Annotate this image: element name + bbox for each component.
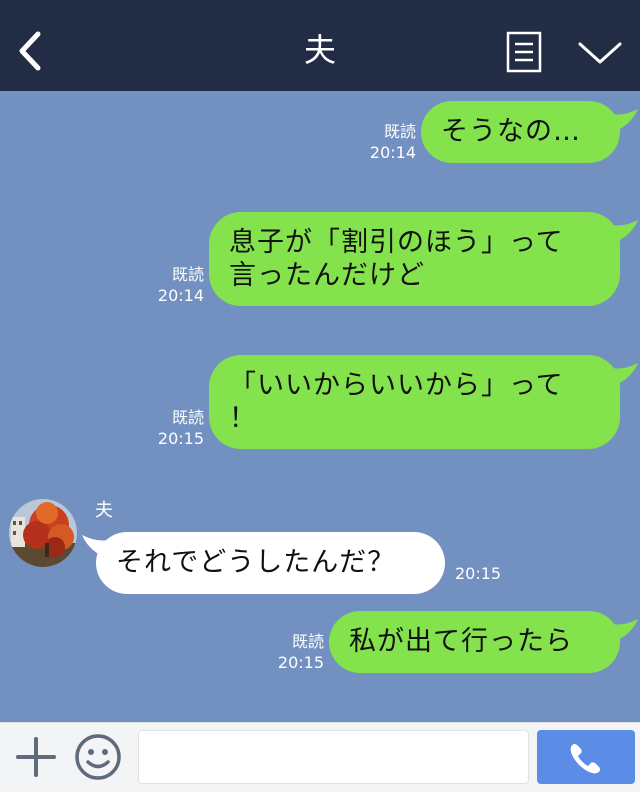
message-text: 「いいからいいから」って xyxy=(229,370,564,401)
message-text: そうなの… xyxy=(441,116,581,147)
message-bubble-outgoing[interactable]: 「いいからいいから」って ！ xyxy=(209,355,620,449)
message-input[interactable] xyxy=(138,730,529,784)
read-receipt: 既読 xyxy=(171,265,204,284)
autumn-tree-photo xyxy=(9,499,77,567)
message-meta: 既読 20:14 xyxy=(148,264,204,306)
bubble-tail xyxy=(604,109,638,133)
message-bubble-outgoing[interactable]: そうなの… xyxy=(421,101,620,163)
list-menu-icon xyxy=(506,31,542,73)
call-button[interactable] xyxy=(537,730,635,784)
message-time: 20:15 xyxy=(277,653,324,672)
chat-header: 夫 xyxy=(0,0,640,91)
message-bubble-incoming[interactable]: それでどうしたんだ？ xyxy=(96,532,445,594)
bubble-tail xyxy=(604,220,638,244)
menu-button[interactable] xyxy=(506,31,542,73)
read-receipt: 既読 xyxy=(291,632,324,651)
chevron-down-icon xyxy=(578,42,622,64)
message-text: 言ったんだけど xyxy=(229,260,425,291)
chevron-left-icon xyxy=(19,31,41,71)
message-bubble-outgoing[interactable]: 私が出て行ったら xyxy=(329,611,620,673)
back-button[interactable] xyxy=(14,28,46,74)
smiley-icon xyxy=(75,734,121,780)
chat-area[interactable]: 既読 20:14 そうなの… 既読 20:14 息子が「割引のほう」って 言った… xyxy=(0,91,640,722)
bubble-tail xyxy=(604,619,638,643)
message-time: 20:14 xyxy=(369,143,416,162)
add-attachment-button[interactable] xyxy=(14,735,58,779)
emoji-button[interactable] xyxy=(74,733,122,781)
message-meta: 既読 20:15 xyxy=(268,631,324,673)
message-meta: 既読 20:15 xyxy=(148,407,204,449)
read-receipt: 既読 xyxy=(383,122,416,141)
message-text: 私が出て行ったら xyxy=(349,626,573,657)
phone-icon xyxy=(570,743,601,774)
chat-title: 夫 xyxy=(303,31,336,69)
message-composer xyxy=(0,722,640,792)
message-text: 息子が「割引のほう」って xyxy=(229,227,564,258)
sender-name: 夫 xyxy=(95,500,113,521)
collapse-button[interactable] xyxy=(576,38,624,68)
bubble-tail xyxy=(604,363,638,387)
message-text: それでどうしたんだ？ xyxy=(116,547,396,578)
message-time: 20:15 xyxy=(455,564,502,583)
message-time: 20:14 xyxy=(157,286,204,305)
message-time: 20:15 xyxy=(157,429,204,448)
plus-icon xyxy=(16,737,56,777)
avatar[interactable] xyxy=(9,499,77,567)
read-receipt: 既読 xyxy=(171,408,204,427)
message-text: ！ xyxy=(229,403,257,434)
message-meta: 既読 20:14 xyxy=(360,121,416,163)
message-bubble-outgoing[interactable]: 息子が「割引のほう」って 言ったんだけど xyxy=(209,212,620,306)
